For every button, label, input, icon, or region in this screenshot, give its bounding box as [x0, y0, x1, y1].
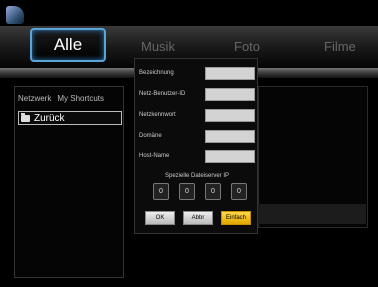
back-label: Zurück [34, 112, 65, 124]
ok-button[interactable]: OK [145, 211, 175, 225]
breadcrumb: Netzwerk My Shortcuts [18, 94, 104, 103]
folder-icon [21, 112, 30, 122]
bezeichnung-label: Bezeichnung [139, 70, 174, 76]
tab-alle-label: Alle [53, 35, 83, 54]
cancel-button[interactable]: Abbr [183, 211, 213, 225]
server-ip-fields: 0 0 0 0 [153, 183, 247, 200]
tab-foto-label: Foto [234, 39, 261, 54]
breadcrumb-shortcuts[interactable]: My Shortcuts [57, 94, 104, 103]
field-row-user-id: Netz-Benutzer-ID [139, 87, 255, 101]
field-row-hostname: Host-Name [139, 149, 255, 163]
ip-octet-1[interactable]: 0 [153, 183, 169, 200]
tab-musik-label: Musik [141, 39, 175, 54]
hostname-label: Host-Name [139, 153, 170, 159]
simple-mode-button[interactable]: Einfach [221, 211, 251, 225]
tab-alle[interactable]: Alle [30, 28, 106, 62]
password-label: Netzkennwort [139, 112, 176, 118]
hostname-input[interactable] [205, 149, 255, 163]
field-row-password: Netzkennwort [139, 108, 255, 122]
field-row-bezeichnung: Bezeichnung [139, 66, 255, 80]
breadcrumb-network[interactable]: Netzwerk [18, 94, 51, 103]
tab-filme[interactable]: Filme [324, 39, 356, 54]
tab-musik[interactable]: Musik [141, 39, 175, 54]
domain-label: Domäne [139, 133, 162, 139]
app-logo-icon [6, 6, 24, 24]
back-item[interactable]: Zurück [18, 111, 122, 125]
field-row-domain: Domäne [139, 129, 255, 143]
user-id-input[interactable] [205, 87, 255, 101]
server-ip-title: Spezielle Dateiserver IP [164, 173, 230, 179]
tab-foto[interactable]: Foto [234, 39, 260, 54]
bezeichnung-input[interactable] [205, 66, 255, 80]
dialog-buttons: OK Abbr Einfach [145, 211, 251, 225]
ip-octet-4[interactable]: 0 [231, 183, 247, 200]
ip-octet-3[interactable]: 0 [205, 183, 221, 200]
tab-filme-label: Filme [324, 39, 356, 54]
domain-input[interactable] [205, 129, 255, 143]
preview-info-strip [258, 204, 366, 224]
ip-octet-2[interactable]: 0 [179, 183, 195, 200]
network-share-dialog: Bezeichnung Netz-Benutzer-ID Netzkennwor… [134, 58, 258, 234]
user-id-label: Netz-Benutzer-ID [139, 91, 186, 97]
password-input[interactable] [205, 108, 255, 122]
